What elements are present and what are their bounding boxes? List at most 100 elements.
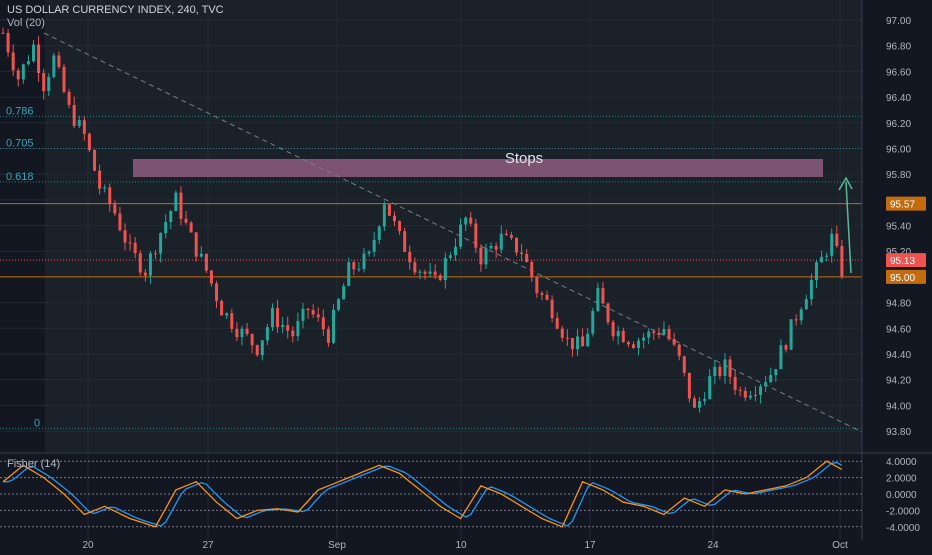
candle-body — [37, 44, 41, 74]
fib-level-label: 0.618 — [6, 171, 34, 183]
candle-body — [184, 218, 188, 223]
candle-body — [835, 233, 839, 246]
fisher-tick-label: 0.0000 — [886, 490, 917, 501]
candle-body — [281, 325, 285, 328]
y-tick-label: 95.40 — [886, 222, 911, 233]
y-tick-label: 94.20 — [886, 376, 911, 387]
candle-body — [265, 327, 269, 341]
candle-body — [148, 253, 152, 276]
candle-body — [759, 386, 763, 395]
candle-body — [428, 271, 432, 274]
candle-body — [576, 336, 580, 350]
candle-body — [672, 339, 676, 345]
candle-body — [682, 356, 686, 373]
candle-body — [260, 340, 264, 356]
candle-body — [728, 359, 732, 377]
candle-body — [423, 271, 427, 274]
candle-body — [77, 120, 81, 127]
fib-level-label: 0.786 — [6, 105, 34, 117]
candle-body — [189, 222, 193, 233]
y-tick-label: 93.80 — [886, 427, 911, 438]
candle-body — [321, 317, 325, 330]
y-tick-label: 96.40 — [886, 93, 911, 104]
candle-body — [418, 271, 422, 273]
candle-body — [520, 252, 524, 254]
candle-body — [703, 399, 707, 402]
candle-body — [240, 328, 244, 338]
candle-body — [143, 272, 147, 276]
candle-body — [367, 251, 371, 254]
y-tick-label: 96.80 — [886, 42, 911, 53]
candle-body — [326, 329, 330, 343]
x-tick-label: 10 — [455, 540, 467, 550]
y-tick-label: 95.80 — [886, 170, 911, 181]
candle-body — [479, 247, 483, 265]
candle-body — [408, 251, 412, 263]
candle-body — [32, 44, 36, 62]
x-tick-label: 20 — [82, 540, 94, 550]
candle-body — [809, 280, 813, 300]
candle-body — [174, 192, 178, 212]
candle-body — [1, 32, 5, 34]
candle-body — [825, 255, 829, 257]
stops-zone — [133, 159, 823, 177]
candle-body — [42, 73, 46, 92]
y-tick-label: 97.00 — [886, 16, 911, 27]
candle-body — [87, 133, 91, 150]
candle-body — [133, 242, 137, 254]
x-tick-label: 27 — [202, 540, 214, 550]
candle-body — [230, 313, 234, 329]
candle-body — [814, 262, 818, 281]
price-chart[interactable]: 97.0096.8096.6096.4096.2096.0095.8095.60… — [0, 0, 932, 551]
candle-body — [382, 204, 386, 227]
candle-body — [342, 286, 346, 300]
fib-level-label: 0 — [34, 417, 40, 429]
candle-body — [113, 204, 117, 214]
fisher-tick-label: 4.0000 — [886, 457, 917, 468]
y-tick-label: 94.80 — [886, 299, 911, 310]
candle-body — [387, 204, 391, 216]
candle-body — [255, 345, 259, 356]
chart-title: US DOLLAR CURRENCY INDEX, 240, TVC — [7, 4, 224, 16]
candle-body — [235, 328, 239, 338]
y-tick-label: 96.00 — [886, 144, 911, 155]
candle-body — [403, 231, 407, 252]
candle-body — [82, 120, 86, 134]
candle-body — [642, 337, 646, 341]
candle-body — [128, 242, 132, 244]
candle-body — [606, 303, 610, 323]
candle-body — [616, 330, 620, 337]
fisher-tick-label: -4.0000 — [886, 523, 920, 534]
candle-body — [621, 330, 625, 343]
candle-body — [154, 253, 158, 255]
candle-body — [555, 317, 559, 329]
candle-body — [550, 299, 554, 318]
candle-body — [296, 320, 300, 337]
candle-body — [169, 211, 173, 223]
candle-body — [194, 232, 198, 257]
candle-body — [799, 309, 803, 321]
candle-body — [687, 372, 691, 399]
candle-body — [220, 300, 224, 316]
candle-body — [662, 328, 666, 335]
fib-level-label: 0.705 — [6, 137, 34, 149]
candle-body — [657, 333, 661, 335]
x-tick-label: Sep — [328, 540, 346, 550]
candle-body — [245, 328, 249, 334]
fisher-tick-label: -2.0000 — [886, 506, 920, 517]
candle-body — [138, 253, 142, 273]
candle-body — [530, 261, 534, 278]
candle-body — [291, 330, 295, 337]
candle-body — [52, 55, 56, 77]
candle-body — [581, 336, 585, 347]
candle-body — [118, 213, 122, 231]
y-tick-label: 94.00 — [886, 401, 911, 412]
candle-body — [108, 187, 112, 205]
candle-body — [57, 55, 61, 67]
candle-body — [840, 245, 844, 277]
candle-body — [601, 288, 605, 304]
candle-body — [454, 246, 458, 256]
candle-body — [6, 33, 10, 53]
candle-body — [484, 248, 488, 265]
candle-body — [448, 255, 452, 258]
